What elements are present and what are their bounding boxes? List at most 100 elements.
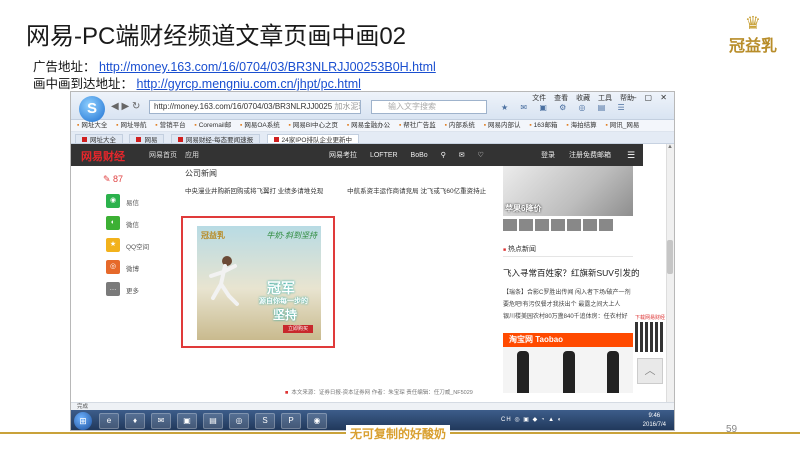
register-link[interactable]: 注册免费邮箱 [569,152,611,159]
share-label: 更多 [126,288,139,295]
taobao-products[interactable] [503,347,633,393]
thumbnail[interactable] [535,219,549,231]
thumbnail[interactable] [503,219,517,231]
scroll-up-icon[interactable]: ▲ [666,144,674,152]
tab[interactable]: 网易 [129,134,165,143]
page-scrollbar[interactable]: ▲ [666,144,674,402]
taskbar-app[interactable]: e [99,413,119,429]
thumbnail[interactable] [567,219,581,231]
menu-item[interactable]: 工具 [598,95,612,102]
address-bar[interactable]: http://money.163.com/16/0704/03/BR3NLRJJ… [149,100,361,114]
bookmark[interactable]: 网易OA系统 [240,122,280,129]
bookmark[interactable]: 网易BI中心之页 [289,122,338,129]
taskbar-app[interactable]: ◎ [229,413,249,429]
thumbnail[interactable] [519,219,533,231]
taobao-banner[interactable]: 淘宝网 Taobao [503,333,633,347]
menu-item[interactable]: 收藏 [576,95,590,102]
hot-news-item[interactable]: 【瑞条】合影C罗胜出传闻 闯入者下场/破产一剂 [503,287,633,299]
bookmark[interactable]: Coremail邮 [194,122,231,129]
site-nav-item[interactable]: 网易首页 [149,152,177,159]
qr-label: 下载网易财经 [635,315,666,321]
bookmark[interactable]: 网址大全 [77,122,107,129]
back-to-top-button[interactable]: ︿ [637,358,663,384]
comment-count[interactable]: ✎ 87 [103,174,163,194]
login-link[interactable]: 登录 [541,152,555,159]
site-logo[interactable]: 网易财经 [81,148,125,164]
yixin-icon: ◉ [106,194,120,208]
menu-icon[interactable]: ☰ [627,150,635,161]
bookmark[interactable]: 网址导航 [116,122,146,129]
bookmark[interactable]: 163邮箱 [529,122,557,129]
hot-news-item[interactable]: 要危吧!有污仅餐才我扶出个 最露之间大上人 [503,299,633,311]
site-right-item[interactable]: 网易考拉 [329,152,357,159]
menu-item[interactable]: 查看 [554,95,568,102]
qr-code [635,322,665,352]
bookmark[interactable]: 内部系统 [445,122,475,129]
heart-icon[interactable]: ♡ [478,152,484,159]
bookmark[interactable]: 营销平台 [155,122,185,129]
taskbar-app[interactable]: P [281,413,301,429]
brand-logo: ♛ 冠益乳 [722,14,784,62]
bookmark[interactable]: 网易内部认 [484,122,521,129]
product-image[interactable]: 苹果6降价 [503,166,633,216]
browser-logo-icon[interactable]: S [79,96,105,122]
model-figure [517,351,529,393]
taskbar-app[interactable]: S [255,413,275,429]
hot-news-item[interactable]: 银川楼美园农村80万盏840千追体房：任衣村好 [503,311,633,323]
favicon-icon [273,137,279,142]
thumbnail[interactable] [599,219,613,231]
clock[interactable]: 9:46 2016/7/4 [643,412,666,430]
clock-date: 2016/7/4 [642,422,666,428]
tab-active[interactable]: 24家IPO排队企业更新中 [266,134,359,143]
share-weibo[interactable]: ◎ 微博 [103,260,163,282]
nav-buttons[interactable]: ◀ ▶ ↻ [111,101,140,112]
hot-news-title: 热点新闻 [503,244,633,257]
share-column: ✎ 87 ◉ 易信 ◐ 微信 ★ QQ空间 ◎ 微博 … 更多 [103,174,163,304]
taskbar-app[interactable]: ♦ [125,413,145,429]
landing-address-label: 画中画到达地址： [33,77,134,91]
share-wechat[interactable]: ◐ 微信 [103,216,163,238]
tab-strip: 网址大全 网易 网易财经-每态要闻速报 24家IPO排队企业更新中 [71,132,674,144]
site-nav-item[interactable]: 应用 [185,152,199,159]
window-controls[interactable]: – ▢ ✕ [632,93,670,102]
menu-item[interactable]: 文件 [532,95,546,102]
tab[interactable]: 网易财经-每态要闻速报 [170,134,261,144]
landing-address-link[interactable]: http://gyrcp.mengniu.com.cn/jhpt/pc.html [137,77,361,91]
thumbnail[interactable] [551,219,565,231]
picture-in-picture-ad[interactable]: 冠益乳 牛奶·斜到坚持 冠军 源自你每一步的 坚持 立即购买 [181,216,335,348]
scroll-thumb[interactable] [667,240,673,274]
hot-headline[interactable]: 飞入寻常百姓家？红旗新SUV引发的 [503,267,639,279]
site-right-item[interactable]: BoBo [411,152,428,159]
site-right-item[interactable]: LOFTER [370,152,398,159]
browser-search-input[interactable]: 输入文字搜索 [371,100,487,114]
taskbar-app[interactable]: ✉ [151,413,171,429]
bookmark[interactable]: 海拍结算 [566,122,596,129]
address-url: http://money.163.com/16/0704/03/BR3NLRJJ… [154,102,333,111]
system-tray[interactable]: CH ◎ ▣ ◆ ◔ ▲ ◐ [501,416,562,423]
share-more[interactable]: … 更多 [103,282,163,304]
product-caption: 苹果6降价 [505,204,542,213]
taskbar-app[interactable]: ▤ [203,413,223,429]
share-label: 易信 [126,200,139,207]
clock-time: 9:46 [648,413,661,419]
share-qzone[interactable]: ★ QQ空间 [103,238,163,260]
share-yixin[interactable]: ◉ 易信 [103,194,163,216]
toolbar-icons[interactable]: ★ ✉ ▣ ⚙ ◎ ▤ ☰ [501,103,630,112]
start-button[interactable]: ⊞ [74,412,92,430]
ad-cta-button[interactable]: 立即购买 [283,325,313,333]
browser-menu[interactable]: 文件 查看 收藏 工具 帮助 [526,93,634,103]
bookmark[interactable]: 帮社广告监 [399,122,436,129]
ad-address-link[interactable]: http://money.163.com/16/0704/03/BR3NLRJJ… [99,60,436,74]
site-header: 网易财经 网易首页 应用 网易考拉 LOFTER BoBo ⚲ ✉ ♡ 登录 注… [71,144,643,166]
tab[interactable]: 网址大全 [75,134,123,143]
taskbar-app[interactable]: ▣ [177,413,197,429]
mail-icon[interactable]: ✉ [459,152,465,159]
bookmark[interactable]: 网易金融办公 [347,122,390,129]
bookmark[interactable]: 网讯_网易 [605,122,639,129]
taskbar-app[interactable]: ◉ [307,413,327,429]
related-link[interactable]: 中央漫业井购新回购或将飞翼打 业绩多请堆兑现 [185,188,323,195]
related-link[interactable]: 中航系资丰运作商请竞局 沈飞或飞60亿重资持止 [347,188,486,195]
thumbnail[interactable] [583,219,597,231]
tab-label: 网易财经-每态要闻速报 [185,137,254,144]
search-icon[interactable]: ⚲ [441,152,446,159]
